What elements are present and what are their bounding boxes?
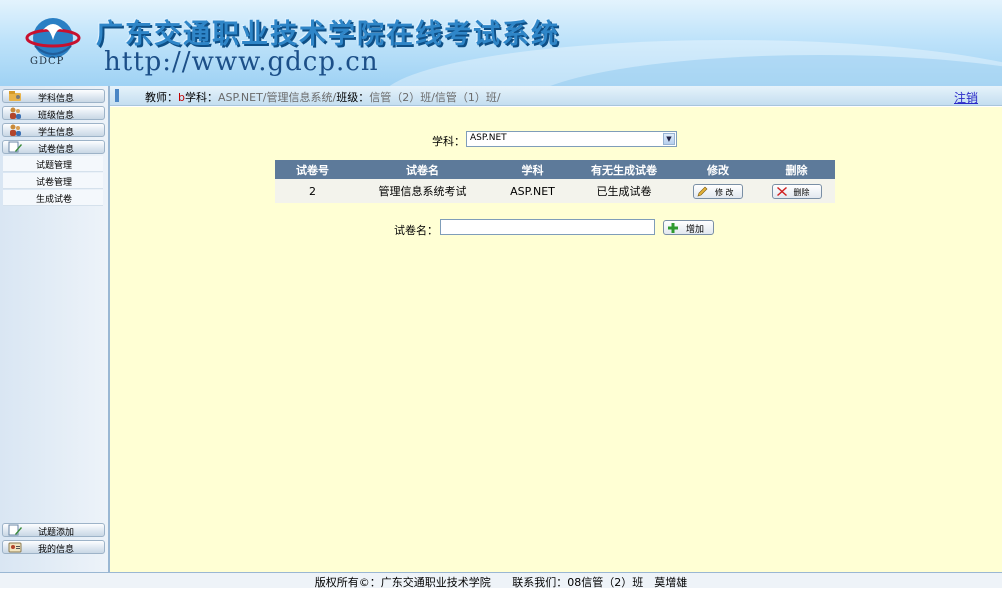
table-row: 2 管理信息系统考试 ASP.NET 已生成试卷 修 改 删除	[275, 179, 835, 203]
folder-gear-icon	[9, 91, 21, 101]
users-icon	[10, 124, 21, 136]
sidebar-item-label: 班级信息	[38, 111, 75, 121]
column-header: 试卷号	[275, 160, 350, 179]
user-info-bar: 教师：b学科：ASP.NET/管理信息系统/班级：信管（2）班/信管（1）班/ …	[110, 86, 1002, 106]
paper-name-cell: 管理信息系统考试	[350, 179, 495, 203]
paper-name-label: 试卷名：	[394, 224, 438, 237]
class-value: 信管（2）班/信管（1）班/	[369, 91, 501, 104]
sidebar-item-label: 试题添加	[38, 528, 75, 538]
sidebar-subitem-label: 试题管理	[36, 161, 73, 171]
site-title: 广东交通职业技术学院在线考试系统	[96, 19, 560, 50]
pencil-icon	[697, 186, 708, 196]
document-pen-icon	[8, 141, 22, 153]
delete-button[interactable]: 删除	[771, 183, 822, 199]
sidebar-item-add-question[interactable]: 试题添加	[2, 523, 105, 538]
paper-id-cell: 2	[275, 179, 350, 203]
sidebar: 学科信息 班级信息 学生信息 试卷信息 试题管理 试卷管理 生成试卷 试题添加 …	[0, 86, 110, 572]
main-content: 学科： ASP.NET ▼ 试卷号 试卷名 学科 有无生成试卷 修改 删除 2 …	[110, 107, 1002, 572]
sidebar-subitem-question-manage[interactable]: 试题管理	[3, 156, 103, 172]
sidebar-item-label: 我的信息	[38, 545, 75, 555]
user-card-icon	[8, 542, 22, 553]
site-url: http://www.gdcp.cn	[104, 47, 379, 77]
plus-icon	[668, 223, 678, 233]
sidebar-item-label: 试卷信息	[38, 145, 75, 155]
sidebar-item-paper-info[interactable]: 试卷信息	[2, 140, 105, 155]
user-info-text: 教师：b学科：ASP.NET/管理信息系统/班级：信管（2）班/信管（1）班/	[145, 89, 501, 105]
sidebar-subitem-label: 生成试卷	[36, 195, 73, 205]
delete-x-icon	[776, 186, 787, 196]
page-footer: 版权所有©：广东交通职业技术学院 联系我们：08信管（2）班 莫增雄	[0, 572, 1002, 589]
document-pen-icon	[8, 524, 22, 536]
sidebar-subitem-label: 试卷管理	[36, 178, 73, 188]
add-paper-button[interactable]: 增加	[663, 220, 714, 235]
sidebar-subitem-generate-paper[interactable]: 生成试卷	[3, 190, 103, 206]
edit-button[interactable]: 修 改	[693, 183, 743, 199]
paper-table: 试卷号 试卷名 学科 有无生成试卷 修改 删除 2 管理信息系统考试 ASP.N…	[275, 160, 835, 203]
column-header: 删除	[758, 160, 835, 179]
sidebar-item-class-info[interactable]: 班级信息	[2, 106, 105, 121]
paper-subject-cell: ASP.NET	[495, 179, 570, 203]
users-icon	[10, 107, 21, 119]
sidebar-item-label: 学科信息	[38, 94, 75, 104]
class-label: 班级：	[336, 91, 370, 104]
logo-text: GDCP	[30, 56, 65, 67]
edit-button-label: 修 改	[715, 187, 734, 197]
delete-cell: 删除	[758, 179, 835, 203]
subject-select[interactable]: ASP.NET ▼	[466, 131, 677, 147]
sidebar-item-subject-info[interactable]: 学科信息	[2, 89, 105, 104]
edit-cell: 修 改	[678, 179, 758, 203]
subject-select-value: ASP.NET	[470, 133, 507, 143]
teacher-value: b	[178, 91, 185, 104]
column-header: 有无生成试卷	[570, 160, 678, 179]
paper-generated-cell: 已生成试卷	[570, 179, 678, 203]
teacher-label: 教师：	[145, 91, 178, 104]
logout-link[interactable]: 注销	[954, 89, 978, 106]
add-button-label: 增加	[686, 225, 705, 235]
subject-value: ASP.NET/管理信息系统/	[217, 91, 337, 104]
table-header-row: 试卷号 试卷名 学科 有无生成试卷 修改 删除	[275, 160, 835, 179]
chevron-down-icon[interactable]: ▼	[663, 133, 675, 145]
subject-filter-label: 学科：	[432, 135, 465, 148]
delete-button-label: 删除	[793, 187, 810, 197]
sidebar-item-student-info[interactable]: 学生信息	[2, 123, 105, 138]
sidebar-item-my-info[interactable]: 我的信息	[2, 540, 105, 555]
subject-label: 学科：	[184, 91, 218, 104]
column-header: 试卷名	[350, 160, 495, 179]
page-header: GDCP 广东交通职业技术学院在线考试系统 http://www.gdcp.cn	[0, 0, 1002, 86]
bar-marker	[115, 89, 119, 102]
sidebar-subitem-paper-manage[interactable]: 试卷管理	[3, 173, 103, 189]
column-header: 学科	[495, 160, 570, 179]
paper-name-input[interactable]	[440, 219, 655, 235]
column-header: 修改	[678, 160, 758, 179]
sidebar-item-label: 学生信息	[38, 128, 75, 138]
